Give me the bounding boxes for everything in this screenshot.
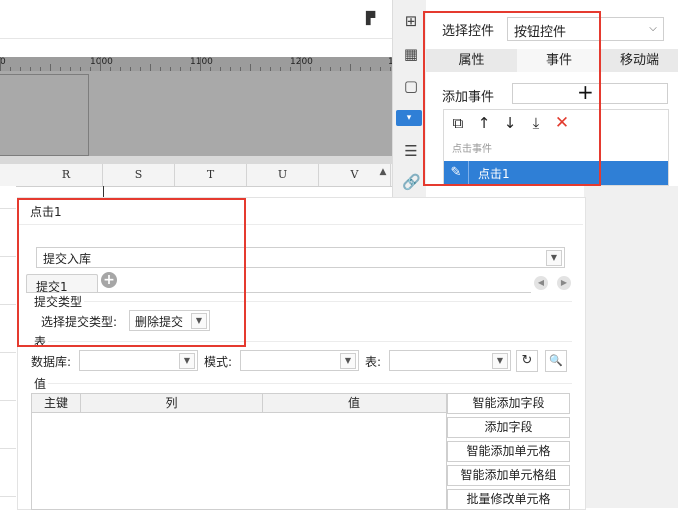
- preview-icon[interactable]: 🔍: [545, 350, 567, 372]
- ruler-tick: [0, 57, 1, 71]
- ruler-tick: [50, 64, 51, 71]
- column-header-s[interactable]: S: [103, 164, 175, 186]
- value-table-header: 主键 列 值: [32, 394, 446, 413]
- value-table: 主键 列 值: [31, 393, 447, 510]
- dropdown-widget-icon[interactable]: ▾: [396, 110, 422, 126]
- ruler-tick: [250, 64, 251, 71]
- smart-add-cell-button[interactable]: 智能添加单元格: [447, 441, 570, 462]
- column-value[interactable]: 值: [263, 394, 445, 412]
- link-icon[interactable]: 🔗: [402, 173, 421, 191]
- smart-add-cell-group-button[interactable]: 智能添加单元格组: [447, 465, 570, 486]
- sheet-column-header: R S T U V: [0, 164, 392, 187]
- column-primary-key[interactable]: 主键: [32, 394, 81, 412]
- batch-modify-cell-button[interactable]: 批量修改单元格: [447, 489, 570, 510]
- chevron-down-icon[interactable]: ⌵: [643, 18, 663, 40]
- crop-icon[interactable]: ▢: [402, 77, 420, 95]
- panel-background: [584, 186, 678, 508]
- smart-add-field-button[interactable]: 智能添加字段: [447, 393, 570, 414]
- add-field-button[interactable]: 添加字段: [447, 417, 570, 438]
- table-label: 表:: [365, 355, 382, 369]
- column-header-u[interactable]: U: [247, 164, 319, 186]
- chevron-down-icon[interactable]: ▼: [492, 353, 508, 369]
- refresh-icon[interactable]: ↻: [516, 350, 538, 372]
- ruler-tick: [350, 64, 351, 71]
- section-divider: [48, 383, 572, 384]
- table-select[interactable]: ▼: [389, 350, 511, 371]
- chevron-down-icon[interactable]: ▼: [340, 353, 356, 369]
- tab-mobile[interactable]: 移动端: [601, 49, 678, 72]
- column-header-r[interactable]: R: [30, 164, 103, 186]
- canvas-page: [0, 74, 89, 156]
- grid-icon[interactable]: ▦: [402, 45, 420, 63]
- database-label: 数据库:: [31, 355, 72, 369]
- annotation-highlight-dialog: [17, 198, 246, 347]
- column-header-t[interactable]: T: [175, 164, 247, 186]
- chevron-down-icon[interactable]: ▼: [546, 250, 562, 266]
- mode-label: 模式:: [204, 355, 233, 369]
- ruler-tick: [100, 57, 101, 71]
- horizontal-ruler: 0 1000 1100 1200 1300: [0, 57, 411, 71]
- layout-icon[interactable]: ⊞: [402, 12, 420, 30]
- value-section: 值: [34, 377, 47, 391]
- chevron-down-icon[interactable]: ▼: [179, 353, 195, 369]
- column-column[interactable]: 列: [81, 394, 263, 412]
- database-select[interactable]: ▼: [79, 350, 198, 371]
- mode-select[interactable]: ▼: [240, 350, 359, 371]
- prev-tab-icon[interactable]: ◀: [534, 276, 548, 290]
- ruler-tick: [150, 64, 151, 71]
- format-painter-icon[interactable]: ▛: [366, 11, 380, 25]
- ruler-tick: [300, 57, 301, 71]
- canvas-divider: [0, 156, 392, 164]
- list-icon[interactable]: ☰: [402, 142, 420, 160]
- designer-topbar: [0, 0, 392, 39]
- sheet-row-area: [0, 186, 16, 508]
- ruler-tick: [200, 57, 201, 71]
- annotation-highlight-panel: [423, 11, 601, 186]
- scroll-up-button[interactable]: ▲: [376, 165, 390, 179]
- next-tab-icon[interactable]: ▶: [557, 276, 571, 290]
